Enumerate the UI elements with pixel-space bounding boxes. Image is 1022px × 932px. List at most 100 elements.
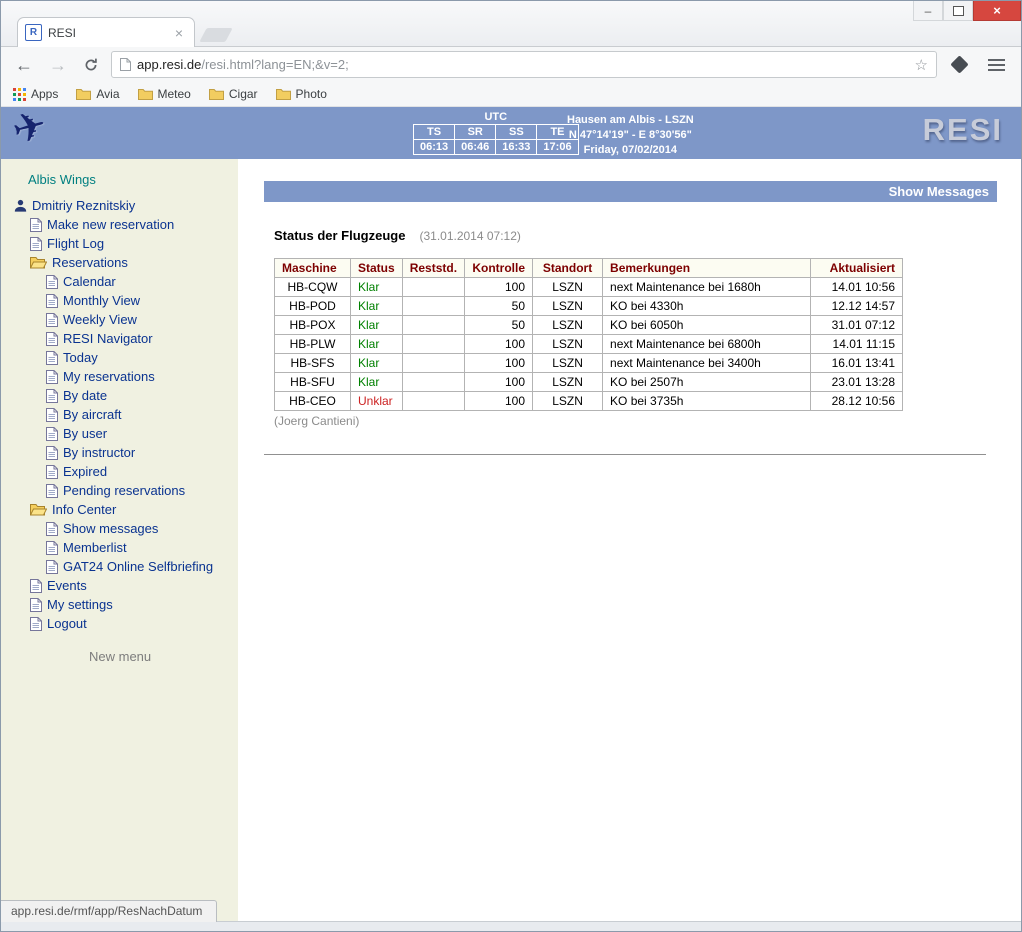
cell-aktualisiert: 23.01 13:28 <box>811 373 903 392</box>
page-icon <box>46 446 58 460</box>
close-button[interactable]: × <box>973 1 1021 21</box>
bookmark-folder-meteo[interactable]: Meteo <box>138 87 191 101</box>
sidebar-item-calendar[interactable]: Calendar <box>1 272 238 291</box>
page-icon <box>46 408 58 422</box>
page-icon <box>46 313 58 327</box>
resi-plane-logo-icon: ✈ <box>8 101 52 154</box>
user-icon <box>14 199 27 212</box>
sidebar-item-events[interactable]: Events <box>1 576 238 595</box>
sidebar-item-by-aircraft[interactable]: By aircraft <box>1 405 238 424</box>
cell-aktualisiert: 14.01 10:56 <box>811 278 903 297</box>
sidebar-menu: Dmitriy Reznitskiy Make new reservation Fl… <box>1 196 238 633</box>
bookmark-star-icon[interactable]: ☆ <box>915 56 928 74</box>
sidebar-item-label: By instructor <box>63 445 135 460</box>
cell-maschine: HB-SFS <box>275 354 351 373</box>
cell-status: Klar <box>351 335 403 354</box>
cell-standort: LSZN <box>533 373 603 392</box>
table-row: HB-SFSKlar100LSZNnext Maintenance bei 34… <box>275 354 903 373</box>
column-header-bemerkungen: Bemerkungen <box>603 259 811 278</box>
cell-standort: LSZN <box>533 278 603 297</box>
new-tab-button[interactable] <box>199 28 232 42</box>
browser-menu-icon[interactable] <box>982 55 1011 75</box>
sun-time-value: 16:33 <box>496 140 537 155</box>
sidebar-item-label: My reservations <box>63 369 155 384</box>
page-icon <box>46 275 58 289</box>
cell-standort: LSZN <box>533 297 603 316</box>
sun-times-block: UTC TSSRSSTE 06:1306:4616:3317:06 <box>413 111 579 155</box>
sidebar-item-weekly-view[interactable]: Weekly View <box>1 310 238 329</box>
browser-toolbar: ← → app.resi.de/resi.html?lang=EN;&v=2; … <box>1 46 1021 82</box>
maximize-button[interactable] <box>943 1 973 21</box>
sidebar-item-label: Events <box>47 578 87 593</box>
sidebar-item-make-new-reservation[interactable]: Make new reservation <box>1 215 238 234</box>
cell-status: Klar <box>351 278 403 297</box>
sidebar-item-label: GAT24 Online Selfbriefing <box>63 559 213 574</box>
bookmarks-bar: Apps Avia Meteo Cigar Photo <box>1 82 1021 107</box>
tab-close-icon[interactable]: × <box>171 25 187 41</box>
sidebar-item-by-instructor[interactable]: By instructor <box>1 443 238 462</box>
sidebar-item-today[interactable]: Today <box>1 348 238 367</box>
page-icon[interactable] <box>120 58 131 71</box>
sidebar-item-label: Pending reservations <box>63 483 185 498</box>
panel-title-bar: Show Messages <box>264 181 997 202</box>
sidebar-item-logout[interactable]: Logout <box>1 614 238 633</box>
bookmark-folder-photo[interactable]: Photo <box>276 87 327 101</box>
cell-standort: LSZN <box>533 354 603 373</box>
sidebar-item-label: Flight Log <box>47 236 104 251</box>
location-coordinates: N 47°14'19" - E 8°30'56" <box>567 128 694 143</box>
author-note: (Joerg Cantieni) <box>274 414 997 428</box>
sidebar-item-dmitriy-reznitskiy[interactable]: Dmitriy Reznitskiy <box>1 196 238 215</box>
sidebar-item-resi-navigator[interactable]: RESI Navigator <box>1 329 238 348</box>
sidebar-item-by-date[interactable]: By date <box>1 386 238 405</box>
folder-icon <box>30 256 47 269</box>
cell-bemerkungen: next Maintenance bei 3400h <box>603 354 811 373</box>
extension-icon[interactable] <box>950 55 968 73</box>
sidebar-item-show-messages[interactable]: Show messages <box>1 519 238 538</box>
cell-reststd <box>402 297 464 316</box>
sidebar-item-my-settings[interactable]: My settings <box>1 595 238 614</box>
sun-time-header: SR <box>455 125 496 140</box>
sun-time-value: 06:46 <box>455 140 496 155</box>
sidebar-item-gat24-online-selfbriefing[interactable]: GAT24 Online Selfbriefing <box>1 557 238 576</box>
sidebar-item-flight-log[interactable]: Flight Log <box>1 234 238 253</box>
back-button[interactable]: ← <box>11 56 37 74</box>
browser-window: R RESI × – × ← → app.resi.de/resi.html?l… <box>0 0 1022 932</box>
new-menu-link[interactable]: New menu <box>1 649 238 664</box>
browser-tab[interactable]: R RESI × <box>17 17 195 47</box>
sidebar-item-by-user[interactable]: By user <box>1 424 238 443</box>
sidebar-item-label: Expired <box>63 464 107 479</box>
sidebar-item-label: Make new reservation <box>47 217 174 232</box>
page-icon <box>46 522 58 536</box>
cell-standort: LSZN <box>533 392 603 411</box>
sidebar-item-monthly-view[interactable]: Monthly View <box>1 291 238 310</box>
bookmark-folder-avia[interactable]: Avia <box>76 87 119 101</box>
bookmark-folder-cigar[interactable]: Cigar <box>209 87 258 101</box>
bookmarks-apps[interactable]: Apps <box>13 87 58 101</box>
page-icon <box>30 237 42 251</box>
sidebar-item-info-center[interactable]: Info Center <box>1 500 238 519</box>
cell-maschine: HB-CEO <box>275 392 351 411</box>
page-icon <box>46 560 58 574</box>
sidebar-item-my-reservations[interactable]: My reservations <box>1 367 238 386</box>
forward-button[interactable]: → <box>45 56 71 74</box>
sidebar-item-label: Logout <box>47 616 87 631</box>
cell-maschine: HB-CQW <box>275 278 351 297</box>
browser-status-bar: app.resi.de/rmf/app/ResNachDatum <box>1 900 217 922</box>
address-bar[interactable]: app.resi.de/resi.html?lang=EN;&v=2; ☆ <box>111 51 937 78</box>
table-row: HB-CQWKlar100LSZNnext Maintenance bei 16… <box>275 278 903 297</box>
folder-icon <box>76 88 91 100</box>
minimize-button[interactable]: – <box>913 1 943 21</box>
sidebar-item-label: By date <box>63 388 107 403</box>
reload-button[interactable] <box>79 57 103 73</box>
sidebar-item-reservations[interactable]: Reservations <box>1 253 238 272</box>
table-row: HB-PLWKlar100LSZNnext Maintenance bei 68… <box>275 335 903 354</box>
sidebar-item-memberlist[interactable]: Memberlist <box>1 538 238 557</box>
sun-time-value: 06:13 <box>414 140 455 155</box>
sidebar-item-label: Weekly View <box>63 312 137 327</box>
cell-status: Klar <box>351 354 403 373</box>
sidebar-item-expired[interactable]: Expired <box>1 462 238 481</box>
url-domain: app.resi.de <box>137 57 201 72</box>
club-name: Albis Wings <box>28 172 238 187</box>
cell-kontrolle: 100 <box>465 278 533 297</box>
sidebar-item-pending-reservations[interactable]: Pending reservations <box>1 481 238 500</box>
